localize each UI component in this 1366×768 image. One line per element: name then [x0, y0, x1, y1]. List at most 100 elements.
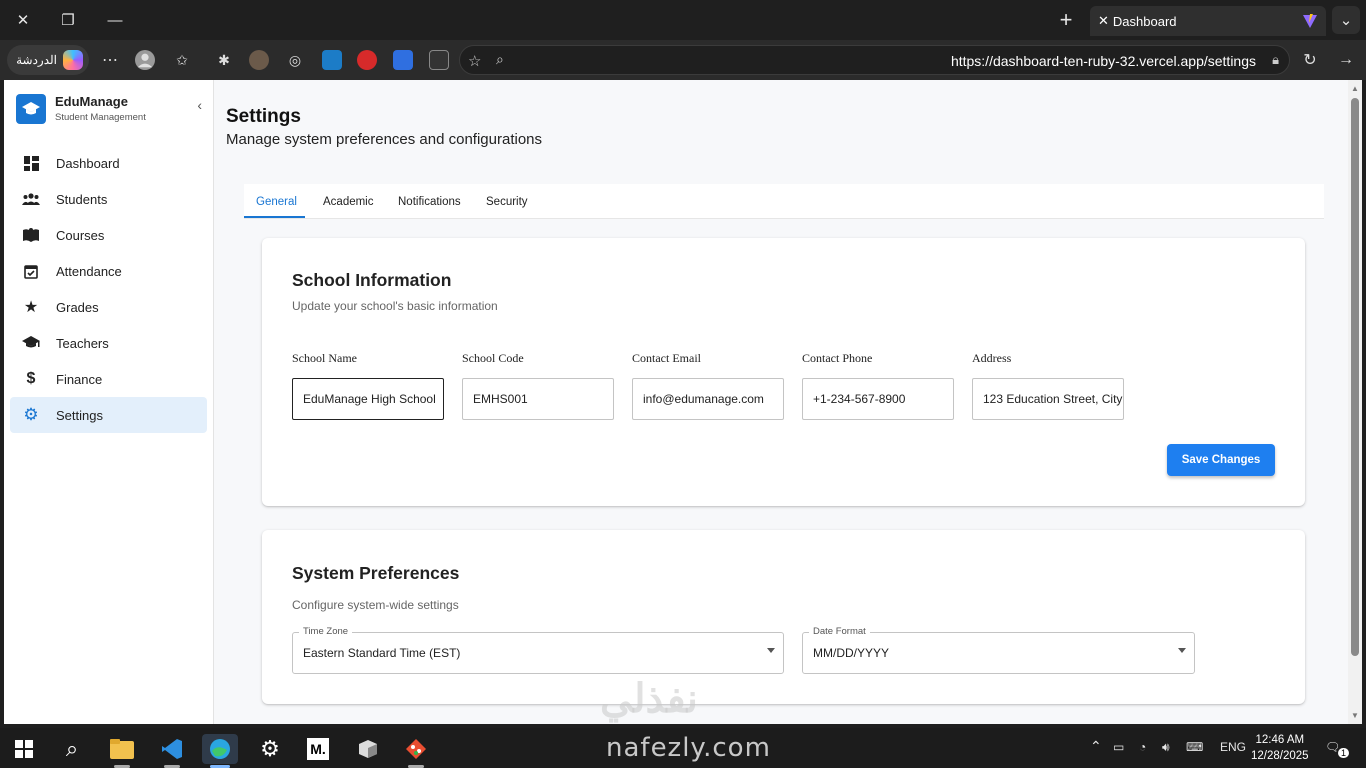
sidebar-item-courses[interactable]: Courses	[10, 217, 207, 253]
extensions-icon[interactable]: ✱	[214, 50, 234, 70]
restore-window-icon[interactable]: ❐	[54, 6, 82, 34]
tab-title: Dashboard	[1112, 13, 1177, 29]
tab-notifications[interactable]: Notifications	[398, 196, 461, 208]
people-icon	[22, 190, 40, 208]
sidebar-item-teachers[interactable]: Teachers	[10, 325, 207, 361]
save-changes-button[interactable]: Save Changes	[1167, 444, 1275, 476]
copilot-icon	[63, 50, 83, 70]
school-name-label: School Name	[292, 351, 357, 365]
sidebar-item-label: Dashboard	[56, 155, 120, 171]
contact-email-label: Contact Email	[632, 351, 701, 365]
find-icon[interactable]: ⌕	[496, 51, 504, 68]
page-scrollbar[interactable]: ▲ ▼	[1348, 80, 1362, 724]
sidebar-item-attendance[interactable]: Attendance	[10, 253, 207, 289]
sidebar-item-label: Students	[56, 191, 108, 207]
language-indicator[interactable]: ENG	[1220, 740, 1246, 754]
date-format-select[interactable]: Date Format MM/DD/YYYY	[802, 626, 1195, 674]
card-title: School Information	[292, 270, 452, 290]
address-bar[interactable]: ☆ ⌕ https://dashboard-ten-ruby-32.vercel…	[459, 45, 1290, 75]
close-window-icon[interactable]: ✕	[9, 6, 37, 34]
dollar-icon: $	[26, 370, 36, 387]
extension-owl-icon[interactable]	[249, 50, 269, 70]
profile-avatar-icon[interactable]	[135, 50, 155, 70]
page-viewport: EduManage Student Management ‹ Dashboard…	[4, 80, 1348, 724]
favorite-star-icon[interactable]: ☆	[468, 52, 481, 70]
sidebar-item-students[interactable]: Students	[10, 181, 207, 217]
keyboard-icon[interactable]: ⌨	[1186, 740, 1203, 754]
contact-phone-input[interactable]: +1-234-567-8900	[802, 378, 954, 420]
scroll-up-icon[interactable]: ▲	[1351, 84, 1359, 93]
extension-blue-icon[interactable]	[322, 50, 342, 70]
page-title: Settings	[226, 106, 301, 127]
scroll-down-icon[interactable]: ▼	[1351, 711, 1359, 720]
card-subtitle: Update your school's basic information	[292, 299, 498, 313]
windows-start-icon[interactable]	[6, 734, 42, 764]
sidebar-item-dashboard[interactable]: Dashboard	[10, 145, 207, 181]
contact-email-input[interactable]: info@edumanage.com	[632, 378, 784, 420]
cube-app-icon[interactable]	[350, 734, 386, 764]
clock[interactable]: 12:46 AM 12/28/2025	[1251, 732, 1309, 764]
file-explorer-icon[interactable]	[104, 734, 140, 768]
watermark-arabic: نفذلي	[600, 677, 698, 721]
calendar-check-icon	[22, 262, 40, 280]
medium-app-icon[interactable]: M.	[300, 734, 336, 764]
extension-target-icon[interactable]: ◎	[285, 50, 305, 70]
sidebar-item-settings[interactable]: ⚙ Settings	[10, 397, 207, 433]
site-lock-icon[interactable]: 🔒︎	[1272, 52, 1279, 68]
more-options-icon[interactable]: ⋯	[100, 50, 120, 70]
extension-q-icon[interactable]	[393, 50, 413, 70]
vscode-icon[interactable]	[154, 734, 190, 768]
date-format-label: Date Format	[809, 626, 870, 637]
clock-date: 12/28/2025	[1251, 750, 1309, 762]
chevron-left-icon[interactable]: ‹	[197, 97, 202, 113]
card-subtitle: Configure system-wide settings	[292, 598, 459, 612]
minimize-window-icon[interactable]: —	[101, 6, 129, 34]
sidebar-nav: Dashboard Students Courses Attendance ★ …	[10, 145, 207, 433]
tab-security[interactable]: Security	[486, 196, 528, 208]
address-input[interactable]: 123 Education Street, City	[972, 378, 1124, 420]
forward-icon[interactable]: →	[1336, 50, 1356, 70]
git-app-icon[interactable]	[398, 734, 434, 768]
show-hidden-icons-chevron-icon[interactable]: ⌃	[1090, 738, 1102, 755]
sidebar-item-label: Grades	[56, 299, 99, 315]
new-tab-icon[interactable]: +	[1052, 6, 1080, 34]
sidebar: EduManage Student Management ‹ Dashboard…	[4, 80, 214, 724]
timezone-select[interactable]: Time Zone Eastern Standard Time (EST)	[292, 626, 784, 674]
copilot-chat-button[interactable]: الدردشة	[7, 45, 89, 75]
system-preferences-card: System Preferences Configure system-wide…	[262, 530, 1305, 704]
browser-tab[interactable]: ✕ Dashboard	[1090, 6, 1326, 36]
extension-red-hand-icon[interactable]	[357, 50, 377, 70]
sidebar-item-label: Teachers	[56, 335, 109, 351]
timezone-label: Time Zone	[299, 626, 353, 637]
sidebar-item-label: Settings	[56, 407, 103, 423]
close-tab-icon[interactable]: ✕	[1098, 13, 1109, 29]
dropdown-arrow-icon	[767, 648, 775, 653]
battery-icon[interactable]: ▭	[1113, 740, 1124, 754]
search-icon[interactable]: ⌕	[54, 734, 90, 764]
scrollbar-thumb[interactable]	[1351, 98, 1359, 656]
school-code-input[interactable]: EMHS001	[462, 378, 614, 420]
wifi-icon[interactable]: ◔	[1139, 740, 1146, 754]
dropdown-arrow-icon	[1178, 648, 1186, 653]
tab-actions-chevron-icon[interactable]: ⌄	[1332, 6, 1360, 34]
tab-general[interactable]: General	[256, 196, 297, 208]
sidebar-item-label: Finance	[56, 371, 103, 387]
watermark-latin: nafezly.com	[606, 733, 771, 763]
sidebar-item-grades[interactable]: ★ Grades	[10, 289, 207, 325]
tab-academic[interactable]: Academic	[323, 196, 374, 208]
volume-icon[interactable]: 🔊︎	[1162, 740, 1170, 755]
extension-grid-icon[interactable]	[429, 50, 449, 70]
page-subtitle: Manage system preferences and configurat…	[226, 131, 543, 148]
brand-name: EduManage	[55, 94, 128, 109]
favorites-icon[interactable]: ✩	[172, 50, 192, 70]
school-name-input[interactable]: EduManage High School	[292, 378, 444, 420]
browser-toolbar: الدردشة ⋯ ✩ ✱ ◎ ☆ ⌕ https://dashboard-te…	[0, 40, 1366, 80]
star-icon: ★	[23, 299, 39, 316]
sidebar-item-finance[interactable]: $ Finance	[10, 361, 207, 397]
url-text[interactable]: https://dashboard-ten-ruby-32.vercel.app…	[951, 53, 1256, 69]
dashboard-icon	[22, 154, 40, 172]
refresh-icon[interactable]: ↻	[1300, 50, 1320, 70]
edge-browser-icon[interactable]	[202, 734, 238, 768]
gear-icon: ⚙	[23, 405, 39, 424]
settings-app-icon[interactable]: ⚙	[252, 734, 288, 764]
